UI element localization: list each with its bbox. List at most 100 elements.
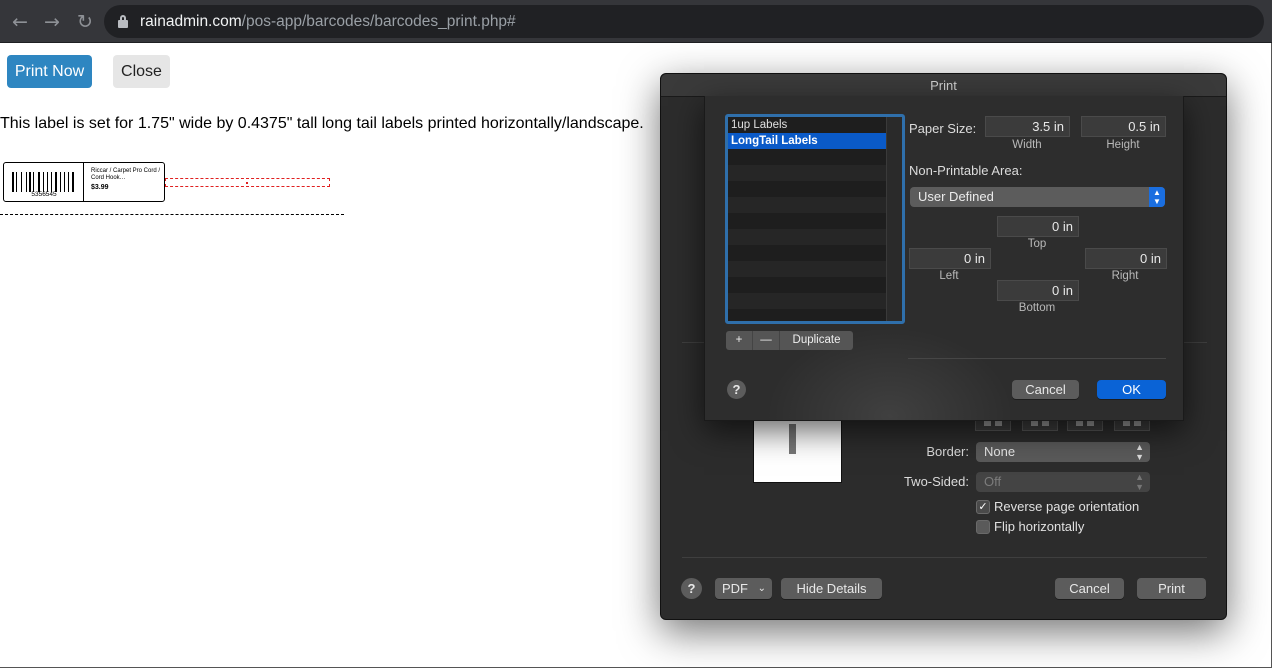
list-item-empty [728, 197, 887, 213]
list-item-empty [728, 245, 887, 261]
barcode-bar [37, 172, 40, 192]
up-down-arrows-icon: ▲ ▼ [1135, 442, 1144, 462]
hide-details-button[interactable]: Hide Details [781, 578, 882, 599]
remove-size-button[interactable]: — [753, 331, 780, 350]
border-value: None [984, 444, 1016, 459]
left-caption: Left [939, 270, 959, 282]
up-down-arrows-icon: ▲ ▼ [1135, 472, 1144, 492]
barcode-bar [62, 172, 64, 192]
list-item[interactable]: 1up Labels [728, 117, 887, 133]
margin-right-field[interactable]: 0 in [1085, 248, 1167, 269]
paper-height-field[interactable]: 0.5 in [1081, 116, 1166, 137]
top-caption: Top [1027, 238, 1047, 250]
print-now-button[interactable]: Print Now [7, 55, 92, 88]
url-path: /pos-app/barcodes/barcodes_print.php# [241, 13, 516, 30]
barcode-bar [68, 172, 70, 192]
paper-width-field[interactable]: 3.5 in [985, 116, 1070, 137]
print-button[interactable]: Print [1137, 578, 1206, 599]
barcode-bar [40, 172, 42, 192]
custom-paper-sizes-sheet: 1up Labels LongTail Labels + — Duplicate… [704, 96, 1184, 421]
width-caption: Width [1012, 139, 1042, 151]
margin-top-field[interactable]: 0 in [997, 216, 1079, 237]
list-item-empty [728, 165, 887, 181]
forward-arrow-icon[interactable]: → [42, 12, 62, 32]
help-button[interactable]: ? [681, 578, 702, 599]
sheet-help-button[interactable]: ? [727, 380, 746, 399]
barcode-bar [48, 172, 50, 192]
label-divider [83, 163, 84, 201]
barcode-bar [25, 172, 27, 192]
product-name: Riccar / Carpet Pro Cord / Cord Hook… [91, 168, 161, 181]
non-printable-area-select[interactable]: User Defined ▲ ▼ [910, 187, 1165, 207]
barcode-bar [54, 172, 58, 192]
height-caption: Height [1106, 139, 1140, 151]
barcode-bar [18, 172, 20, 192]
reload-icon[interactable]: ↻ [75, 12, 95, 32]
sheet-cancel-button[interactable]: Cancel [1012, 380, 1079, 399]
up-down-arrows-icon: ▲ ▼ [1149, 187, 1165, 207]
barcode-bar [14, 172, 16, 192]
flip-horizontally-checkbox[interactable] [976, 520, 990, 534]
list-item-empty [728, 309, 887, 321]
print-dialog-title: Print [661, 74, 1226, 97]
page-preview [753, 419, 842, 483]
list-item-empty [728, 181, 887, 197]
preview-content [789, 424, 796, 454]
url-text[interactable]: rainadmin.com/pos-app/barcodes/barcodes_… [140, 13, 516, 31]
back-arrow-icon[interactable]: ← [10, 12, 30, 32]
barcode-bar [31, 172, 33, 192]
list-tools: + — Duplicate [726, 331, 853, 350]
barcode-bar [47, 172, 48, 192]
two-sided-select[interactable]: Off ▲ ▼ [976, 472, 1150, 492]
list-item-empty [728, 261, 887, 277]
barcode-bar [50, 172, 53, 192]
flip-horizontally-label[interactable]: Flip horizontally [994, 519, 1084, 534]
barcode-bar [70, 172, 71, 192]
barcode-bar [59, 172, 62, 192]
print-cancel-button[interactable]: Cancel [1055, 578, 1124, 599]
margin-left-field[interactable]: 0 in [909, 248, 991, 269]
barcode-bar [33, 172, 35, 192]
bottom-caption: Bottom [1018, 302, 1056, 314]
browser-toolbar: ← → ↻ rainadmin.com/pos-app/barcodes/bar… [0, 0, 1272, 43]
barcode-bar [29, 172, 31, 192]
pdf-menu-button[interactable]: PDF ⌄ [715, 578, 772, 599]
address-bar[interactable]: rainadmin.com/pos-app/barcodes/barcodes_… [104, 5, 1264, 38]
non-printable-area-label: Non-Printable Area: [909, 163, 1023, 178]
list-item-empty [728, 149, 887, 165]
checkmark-icon: ✓ [978, 501, 988, 513]
reverse-orientation-label[interactable]: Reverse page orientation [994, 499, 1139, 514]
barcode-bar [58, 172, 59, 192]
list-item-selected[interactable]: LongTail Labels [728, 133, 887, 149]
border-label: Border: [926, 444, 969, 459]
lock-icon[interactable] [118, 15, 128, 28]
label-description: This label is set for 1.75" wide by 0.43… [0, 115, 644, 132]
list-item-empty [728, 213, 887, 229]
add-size-button[interactable]: + [726, 331, 753, 350]
margin-bottom-field[interactable]: 0 in [997, 280, 1079, 301]
duplicate-size-button[interactable]: Duplicate [780, 331, 853, 350]
barcode-bar [71, 172, 74, 192]
barcode-bar [12, 172, 14, 192]
cut-line [0, 214, 344, 215]
barcode-label: 5356545 Riccar / Carpet Pro Cord / Cord … [3, 162, 165, 202]
barcode-bar [42, 172, 44, 192]
reverse-orientation-checkbox[interactable]: ✓ [976, 500, 990, 514]
product-price: $3.99 [91, 184, 109, 191]
border-select[interactable]: None ▲ ▼ [976, 442, 1150, 462]
barcode-bar [20, 172, 22, 192]
sheet-ok-button[interactable]: OK [1097, 380, 1166, 399]
list-scrollbar[interactable] [886, 117, 902, 321]
paper-size-label: Paper Size: [909, 121, 977, 136]
barcode-number: 5356545 [31, 191, 57, 198]
paper-size-list[interactable]: 1up Labels LongTail Labels [725, 114, 905, 324]
list-item-empty [728, 229, 887, 245]
label-center-marker [246, 182, 248, 184]
list-item-empty [728, 293, 887, 309]
barcode-bar [22, 172, 25, 192]
close-button[interactable]: Close [113, 55, 170, 88]
dialog-footer-separator [682, 557, 1207, 558]
pdf-label: PDF [722, 581, 748, 596]
barcode-bar [16, 172, 18, 192]
barcode-bar [64, 172, 65, 192]
